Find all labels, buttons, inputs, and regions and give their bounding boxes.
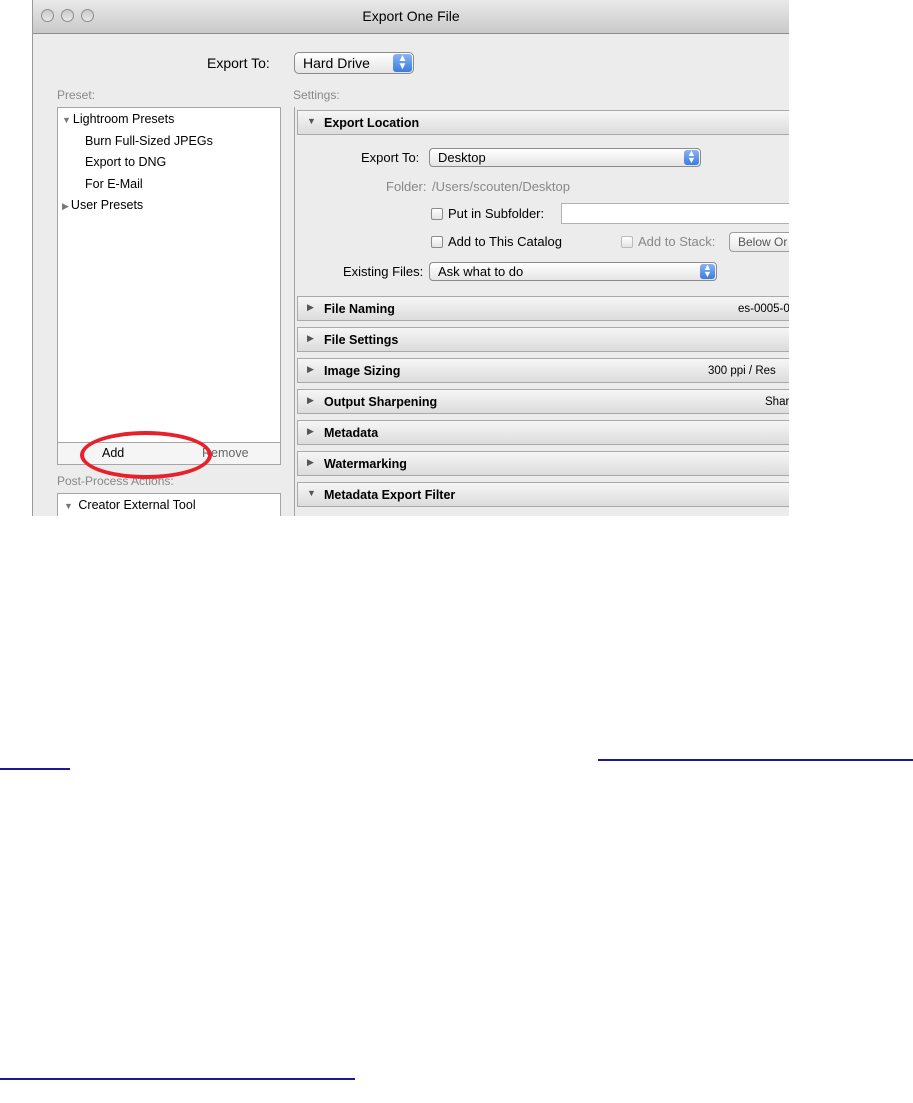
put-in-subfolder-checkbox[interactable] [431,208,443,220]
settings-panel: ▼ Export Location Export To: Desktop ▲ ▼ … [294,107,789,516]
post-process-list: ▼ Creator External Tool [57,493,281,516]
updown-arrows-icon: ▲ ▼ [700,263,715,279]
location-export-to-popup[interactable]: Desktop ▲ ▼ [429,148,701,167]
existing-files-popup[interactable]: Ask what to do ▲ ▼ [429,262,717,281]
section-watermarking[interactable]: ▶ Watermarking [297,451,789,476]
export-dialog: Export One File Export To: Hard Drive ▲ ▼… [32,0,789,516]
stack-position-popup[interactable]: Below Or [729,232,789,252]
disclosure-right-icon: ▶ [62,201,69,211]
preset-folder-user[interactable]: ▶ User Presets [62,198,143,212]
title-bar: Export One File [33,0,789,34]
section-metadata[interactable]: ▶ Metadata [297,420,789,445]
disclosure-right-icon: ▶ [307,302,314,312]
folder-path: /Users/scouten/Desktop [432,179,571,194]
link-underline[interactable] [0,1078,355,1080]
section-metadata-export-filter[interactable]: ▼ Metadata Export Filter [297,482,789,507]
preset-item[interactable]: For E-Mail [85,177,143,191]
section-file-naming[interactable]: ▶ File Naming es-0005-0 [297,296,789,321]
export-to-label: Export To: [207,55,270,71]
existing-files-label: Existing Files: [343,264,424,279]
disclosure-right-icon: ▶ [307,457,314,467]
put-in-subfolder-label: Put in Subfolder: [448,206,545,221]
section-output-sharpening[interactable]: ▶ Output Sharpening Sharp [297,389,789,414]
settings-header: Settings: [293,88,340,102]
disclosure-right-icon: ▶ [307,364,314,374]
preset-item[interactable]: Export to DNG [85,155,166,169]
preset-item[interactable]: Burn Full-Sized JPEGs [85,134,213,148]
preset-folder-lightroom[interactable]: ▼ Lightroom Presets [62,112,174,126]
disclosure-down-icon: ▼ [307,116,316,126]
highlight-circle [80,431,212,479]
export-to-value: Hard Drive [303,55,370,71]
add-to-stack-checkbox[interactable] [621,236,633,248]
disclosure-right-icon: ▶ [307,395,314,405]
section-file-settings[interactable]: ▶ File Settings [297,327,789,352]
section-image-sizing[interactable]: ▶ Image Sizing 300 ppi / Res [297,358,789,383]
add-to-catalog-label: Add to This Catalog [448,234,562,249]
add-to-catalog-checkbox[interactable] [431,236,443,248]
disclosure-right-icon: ▶ [307,426,314,436]
post-process-item[interactable]: ▼ Creator External Tool [64,498,196,512]
export-to-popup[interactable]: Hard Drive ▲ ▼ [294,52,414,74]
link-underline[interactable] [598,759,913,761]
window-title: Export One File [362,8,460,24]
updown-arrows-icon: ▲ ▼ [684,149,699,165]
disclosure-down-icon: ▼ [62,115,71,125]
link-underline[interactable] [0,768,70,770]
section-export-location[interactable]: ▼ Export Location [297,110,789,135]
updown-arrows-icon: ▲ ▼ [393,54,412,72]
folder-label: Folder: [386,179,427,194]
location-export-to-label: Export To: [361,150,420,165]
preset-header: Preset: [57,88,96,102]
add-to-stack-label: Add to Stack: [638,234,716,249]
subfolder-name-field[interactable] [561,203,789,224]
disclosure-right-icon: ▶ [307,333,314,343]
preset-list: ▼ Lightroom Presets Burn Full-Sized JPEGs… [57,107,281,443]
disclosure-down-icon: ▼ [307,488,316,498]
disclosure-down-icon: ▼ [64,501,73,511]
